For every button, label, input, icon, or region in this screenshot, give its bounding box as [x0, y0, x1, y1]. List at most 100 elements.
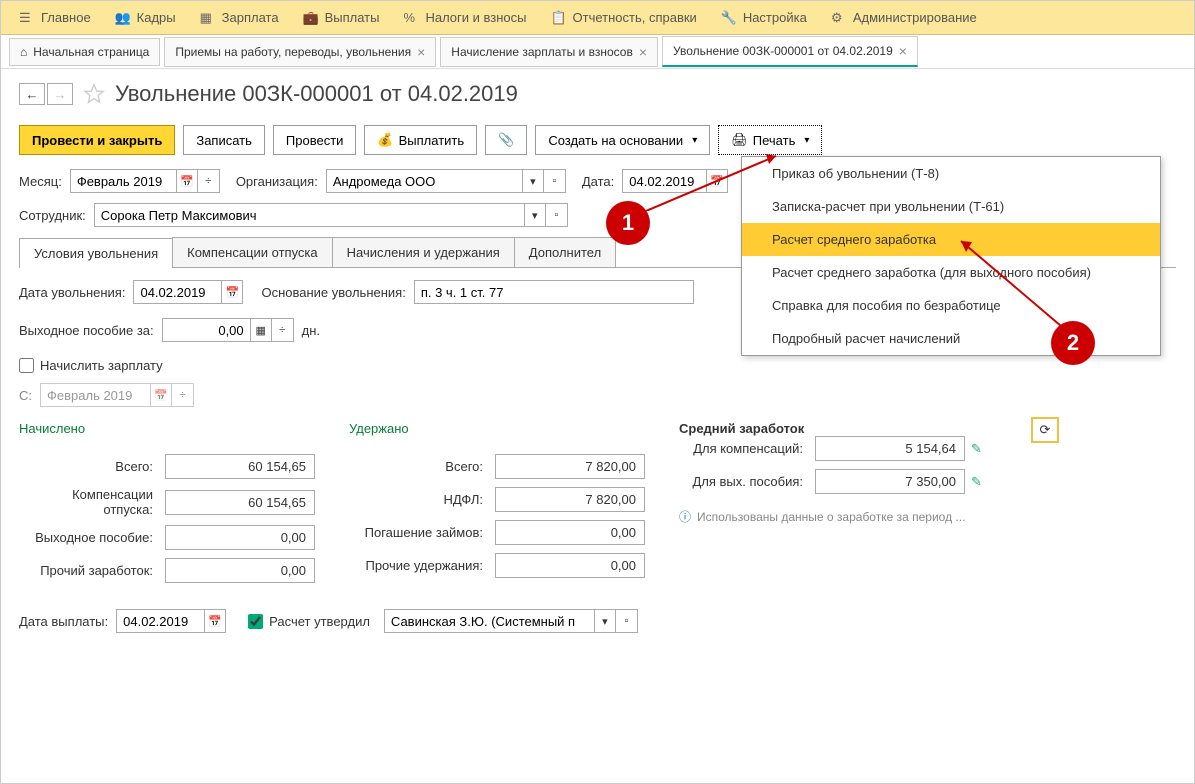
open-icon[interactable]: ▫ [546, 203, 568, 227]
pencil-icon[interactable]: ✎ [971, 474, 982, 490]
tab-hires[interactable]: Приемы на работу, переводы, увольнения× [164, 37, 436, 67]
tab-compensation[interactable]: Компенсации отпуска [172, 237, 333, 267]
from-label: С: [19, 388, 32, 403]
withheld-total-value: 7 820,00 [495, 454, 645, 479]
org-input[interactable] [326, 169, 522, 193]
page-title: Увольнение 00ЗК-000001 от 04.02.2019 [115, 81, 518, 107]
reason-input[interactable] [414, 280, 694, 304]
dropdown-icon[interactable]: ▾ [522, 169, 544, 193]
withheld-loans-value: 0,00 [495, 520, 645, 545]
open-icon[interactable]: ▫ [544, 169, 566, 193]
refresh-button[interactable]: ⟳ [1031, 417, 1059, 443]
severance-input[interactable] [162, 318, 250, 342]
menu-item-reports[interactable]: 📋Отчетность, справки [541, 6, 707, 30]
tab-dismissal[interactable]: Увольнение 00ЗК-000001 от 04.02.2019× [662, 36, 918, 67]
menu-icon: ☰ [19, 10, 35, 26]
average-title: Средний заработок [679, 421, 1059, 436]
print-detailed[interactable]: Подробный расчет начислений [742, 322, 1160, 355]
paydate-label: Дата выплаты: [19, 614, 108, 629]
withheld-title: Удержано [349, 421, 649, 436]
open-tabs-bar: ⌂Начальная страница Приемы на работу, пе… [1, 35, 1194, 69]
print-button[interactable]: 🖨Печать [718, 125, 822, 155]
menu-item-admin[interactable]: ⚙Администрирование [821, 6, 987, 30]
from-input[interactable] [40, 383, 150, 407]
date-label: Дата: [582, 174, 614, 189]
info-icon: ⓘ [679, 508, 691, 525]
save-button[interactable]: Записать [183, 125, 265, 155]
calendar-icon: ▦ [200, 10, 216, 26]
calendar-icon[interactable]: 📅 [706, 169, 728, 193]
menu-item-taxes[interactable]: %Налоги и взносы [393, 6, 536, 30]
stepper-icon[interactable]: ÷ [198, 169, 220, 193]
calendar-icon[interactable]: 📅 [221, 280, 243, 304]
pay-button[interactable]: 💰Выплатить [364, 125, 477, 155]
menu-item-payments[interactable]: 💼Выплаты [293, 6, 390, 30]
tab-home[interactable]: ⌂Начальная страница [9, 38, 160, 66]
accrue-salary-checkbox[interactable] [19, 358, 34, 373]
calendar-icon[interactable]: 📅 [176, 169, 198, 193]
withheld-loans-label: Погашение займов: [349, 525, 489, 540]
accrued-other-value: 0,00 [165, 558, 315, 583]
avg-comp-label: Для компенсаций: [679, 441, 809, 456]
month-input-group: 📅 ÷ [70, 169, 220, 193]
calc-icon[interactable]: ▦ [250, 318, 272, 342]
calendar-icon[interactable]: 📅 [150, 383, 172, 407]
menu-item-settings[interactable]: 🔧Настройка [711, 6, 817, 30]
accrued-sever-label: Выходное пособие: [19, 530, 159, 545]
approved-checkbox[interactable] [248, 614, 263, 629]
employee-input[interactable] [94, 203, 524, 227]
dropdown-icon[interactable]: ▾ [524, 203, 546, 227]
callout-2: 2 [1051, 321, 1095, 365]
print-t8[interactable]: Приказ об увольнении (Т-8) [742, 157, 1160, 190]
pencil-icon[interactable]: ✎ [971, 441, 982, 457]
withheld-total-label: Всего: [349, 459, 489, 474]
accrued-total-value: 60 154,65 [165, 454, 315, 479]
accrued-sever-value: 0,00 [165, 525, 315, 550]
approver-input[interactable] [384, 609, 594, 633]
people-icon: 👥 [115, 10, 131, 26]
post-close-button[interactable]: Провести и закрыть [19, 125, 175, 155]
totals-section: Начислено Всего:60 154,65 Компенсации от… [19, 421, 1176, 591]
accrued-comp-value: 60 154,65 [165, 490, 315, 515]
favorite-star-icon[interactable] [83, 83, 105, 105]
date-input-group: 📅 [622, 169, 728, 193]
post-button[interactable]: Провести [273, 125, 357, 155]
withheld-other-label: Прочие удержания: [349, 558, 489, 573]
wallet-icon: 💼 [303, 10, 319, 26]
accrued-total-label: Всего: [19, 459, 159, 474]
forward-button[interactable]: → [47, 83, 73, 105]
accrued-comp-label: Компенсации отпуска: [19, 487, 159, 517]
report-icon: 📋 [551, 10, 567, 26]
menu-item-main[interactable]: ☰Главное [9, 6, 101, 30]
close-icon[interactable]: × [639, 44, 647, 60]
month-input[interactable] [70, 169, 176, 193]
paydate-input[interactable] [116, 609, 204, 633]
create-based-button[interactable]: Создать на основании [535, 125, 710, 155]
close-icon[interactable]: × [899, 43, 907, 59]
print-avg-severance[interactable]: Расчет среднего заработка (для выходного… [742, 256, 1160, 289]
print-avg-salary[interactable]: Расчет среднего заработка [742, 223, 1160, 256]
menu-item-hr[interactable]: 👥Кадры [105, 6, 186, 30]
back-button[interactable]: ← [19, 83, 45, 105]
open-icon[interactable]: ▫ [616, 609, 638, 633]
close-icon[interactable]: × [417, 44, 425, 60]
withheld-other-value: 0,00 [495, 553, 645, 578]
printer-icon: 🖨 [731, 132, 748, 148]
attach-button[interactable]: 📎 [485, 125, 527, 155]
tab-conditions[interactable]: Условия увольнения [19, 238, 173, 268]
reason-label: Основание увольнения: [261, 285, 405, 300]
print-t61[interactable]: Записка-расчет при увольнении (Т-61) [742, 190, 1160, 223]
stepper-icon[interactable]: ÷ [272, 318, 294, 342]
dropdown-icon[interactable]: ▾ [594, 609, 616, 633]
calendar-icon[interactable]: 📅 [204, 609, 226, 633]
date-input[interactable] [622, 169, 706, 193]
print-unemployment[interactable]: Справка для пособия по безработице [742, 289, 1160, 322]
tab-additional[interactable]: Дополнител [514, 237, 616, 267]
menu-item-salary[interactable]: ▦Зарплата [190, 6, 289, 30]
gears-icon: ⚙ [831, 10, 847, 26]
dismissal-date-input[interactable] [133, 280, 221, 304]
stepper-icon[interactable]: ÷ [172, 383, 194, 407]
employee-label: Сотрудник: [19, 208, 86, 223]
tab-accruals[interactable]: Начисления и удержания [332, 237, 515, 267]
tab-payroll[interactable]: Начисление зарплаты и взносов× [440, 37, 658, 67]
